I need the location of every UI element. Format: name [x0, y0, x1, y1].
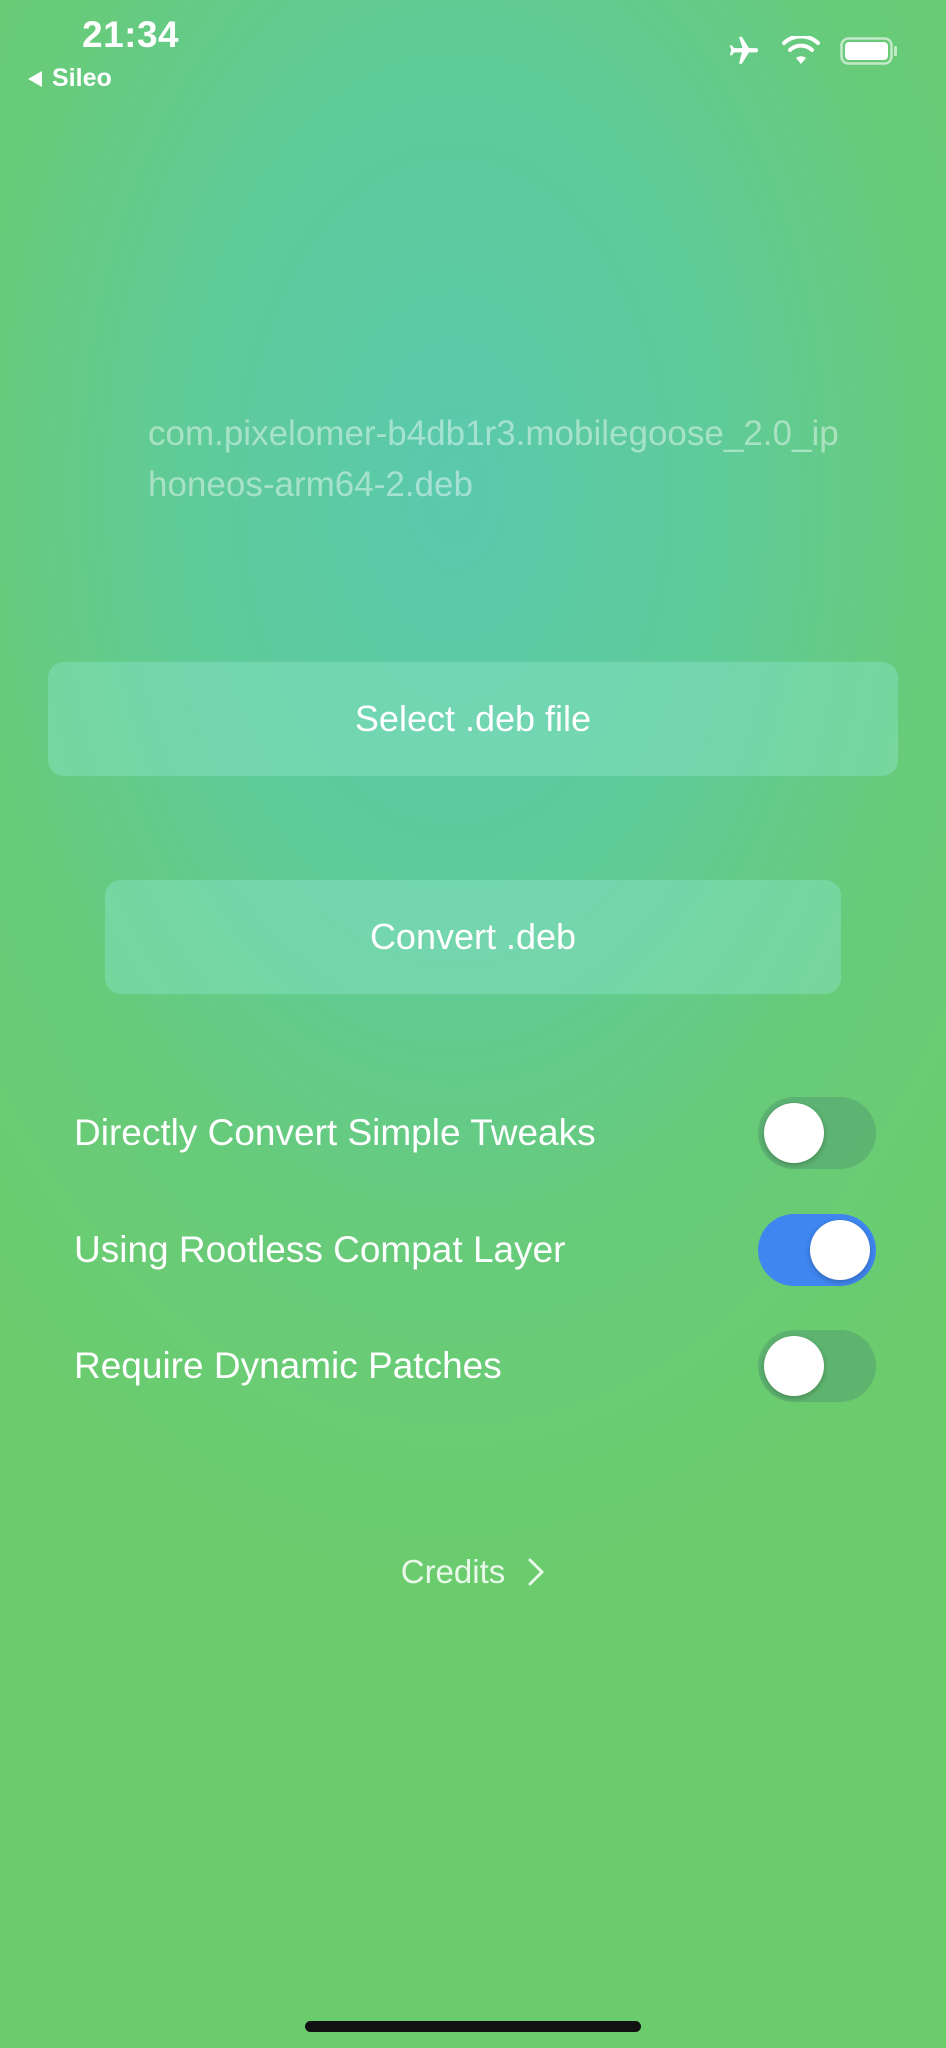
option-row-direct-convert: Directly Convert Simple Tweaks: [74, 1096, 876, 1170]
toggle-knob: [764, 1103, 824, 1163]
dynamic-patches-toggle[interactable]: [758, 1330, 876, 1402]
wifi-icon: [782, 36, 820, 64]
credits-button[interactable]: Credits: [0, 1542, 946, 1602]
option-label-direct-convert: Directly Convert Simple Tweaks: [74, 1112, 596, 1153]
back-triangle-icon: [28, 70, 42, 87]
convert-deb-button[interactable]: Convert .deb: [105, 880, 841, 994]
direct-convert-toggle[interactable]: [758, 1097, 876, 1169]
option-label-rootless-compat: Using Rootless Compat Layer: [74, 1229, 566, 1270]
airplane-icon: [729, 36, 759, 64]
toggle-knob: [764, 1336, 824, 1396]
status-bar: 21:34 Sileo: [0, 0, 946, 110]
status-icons: [726, 34, 898, 68]
option-row-rootless-compat: Using Rootless Compat Layer: [74, 1213, 876, 1287]
back-app-label: Sileo: [52, 64, 112, 92]
selected-file-name: com.pixelomer-b4db1r3.mobilegoose_2.0_ip…: [148, 414, 839, 504]
rootless-compat-toggle[interactable]: [758, 1214, 876, 1286]
option-label-dynamic-patches: Require Dynamic Patches: [74, 1345, 502, 1386]
home-indicator[interactable]: [305, 2021, 641, 2032]
status-time: 21:34: [82, 14, 180, 55]
toggle-knob: [810, 1220, 870, 1280]
back-to-app-button[interactable]: Sileo: [28, 64, 112, 93]
battery-icon: [840, 37, 897, 65]
chevron-right-icon: [528, 1558, 544, 1586]
option-row-dynamic-patches: Require Dynamic Patches: [74, 1329, 876, 1403]
select-deb-button[interactable]: Select .deb file: [48, 662, 898, 776]
credits-label: Credits: [400, 1553, 506, 1590]
